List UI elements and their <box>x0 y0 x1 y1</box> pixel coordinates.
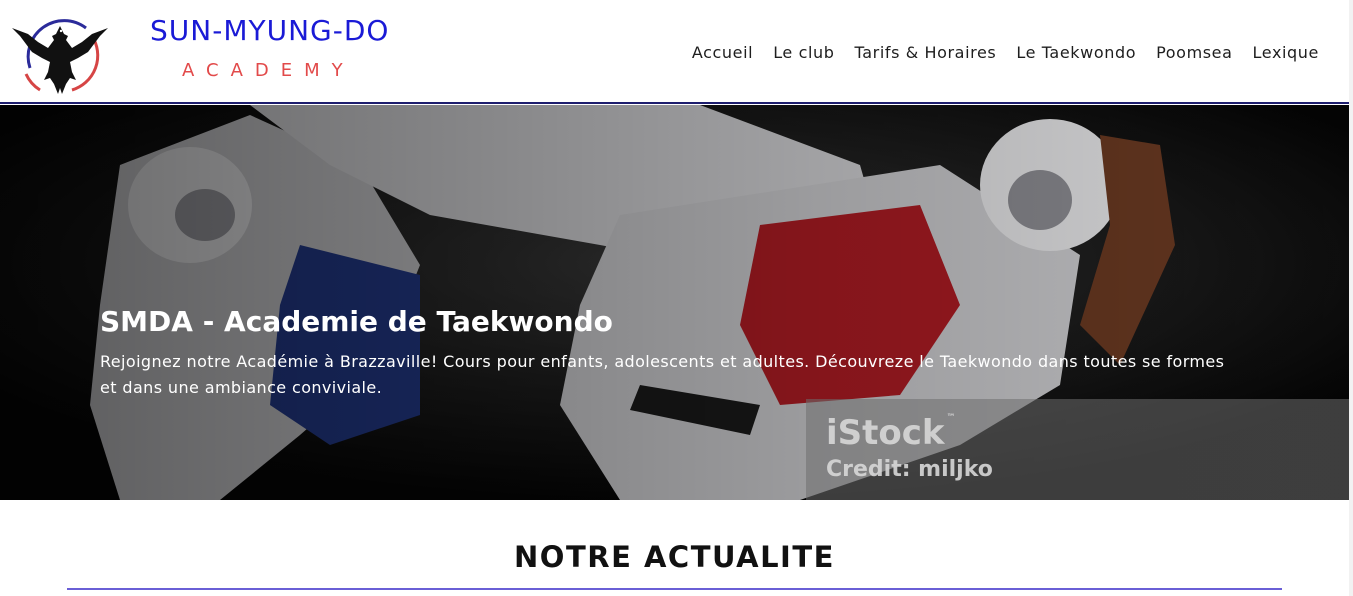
nav-le-taekwondo[interactable]: Le Taekwondo <box>1016 43 1136 62</box>
section-divider <box>67 588 1282 590</box>
nav-tarifs-horaires[interactable]: Tarifs & Horaires <box>855 43 997 62</box>
watermark-brand-text: iStock <box>826 413 945 453</box>
stock-watermark: iStock ™ Credit: miljko <box>806 399 1349 500</box>
hero-description: Rejoignez notre Académie à Brazzaville! … <box>100 352 1225 397</box>
eagle-emblem-icon[interactable] <box>10 14 110 96</box>
nav-accueil[interactable]: Accueil <box>692 43 753 62</box>
watermark-brand: iStock ™ <box>826 413 956 453</box>
hero-title: SMDA - Academie de Taekwondo <box>100 305 613 338</box>
page-scrollbar[interactable] <box>1349 0 1353 596</box>
nav-le-club[interactable]: Le club <box>773 43 834 62</box>
nav-lexique[interactable]: Lexique <box>1253 43 1319 62</box>
watermark-credit: Credit: miljko <box>826 457 993 482</box>
watermark-trademark: ™ <box>946 413 956 423</box>
brand-title[interactable]: SUN-MYUNG-DO <box>150 14 420 47</box>
nav-poomsea[interactable]: Poomsea <box>1156 43 1232 62</box>
hero-banner: SMDA - Academie de Taekwondo Rejoignez n… <box>0 105 1349 500</box>
site-header: SUN-MYUNG-DO ACADEMY Accueil Le club Tar… <box>0 0 1353 104</box>
news-heading: NOTRE ACTUALITE <box>514 540 835 574</box>
brand-subtitle: ACADEMY <box>182 60 355 81</box>
main-navigation: Accueil Le club Tarifs & Horaires Le Tae… <box>692 40 1319 64</box>
